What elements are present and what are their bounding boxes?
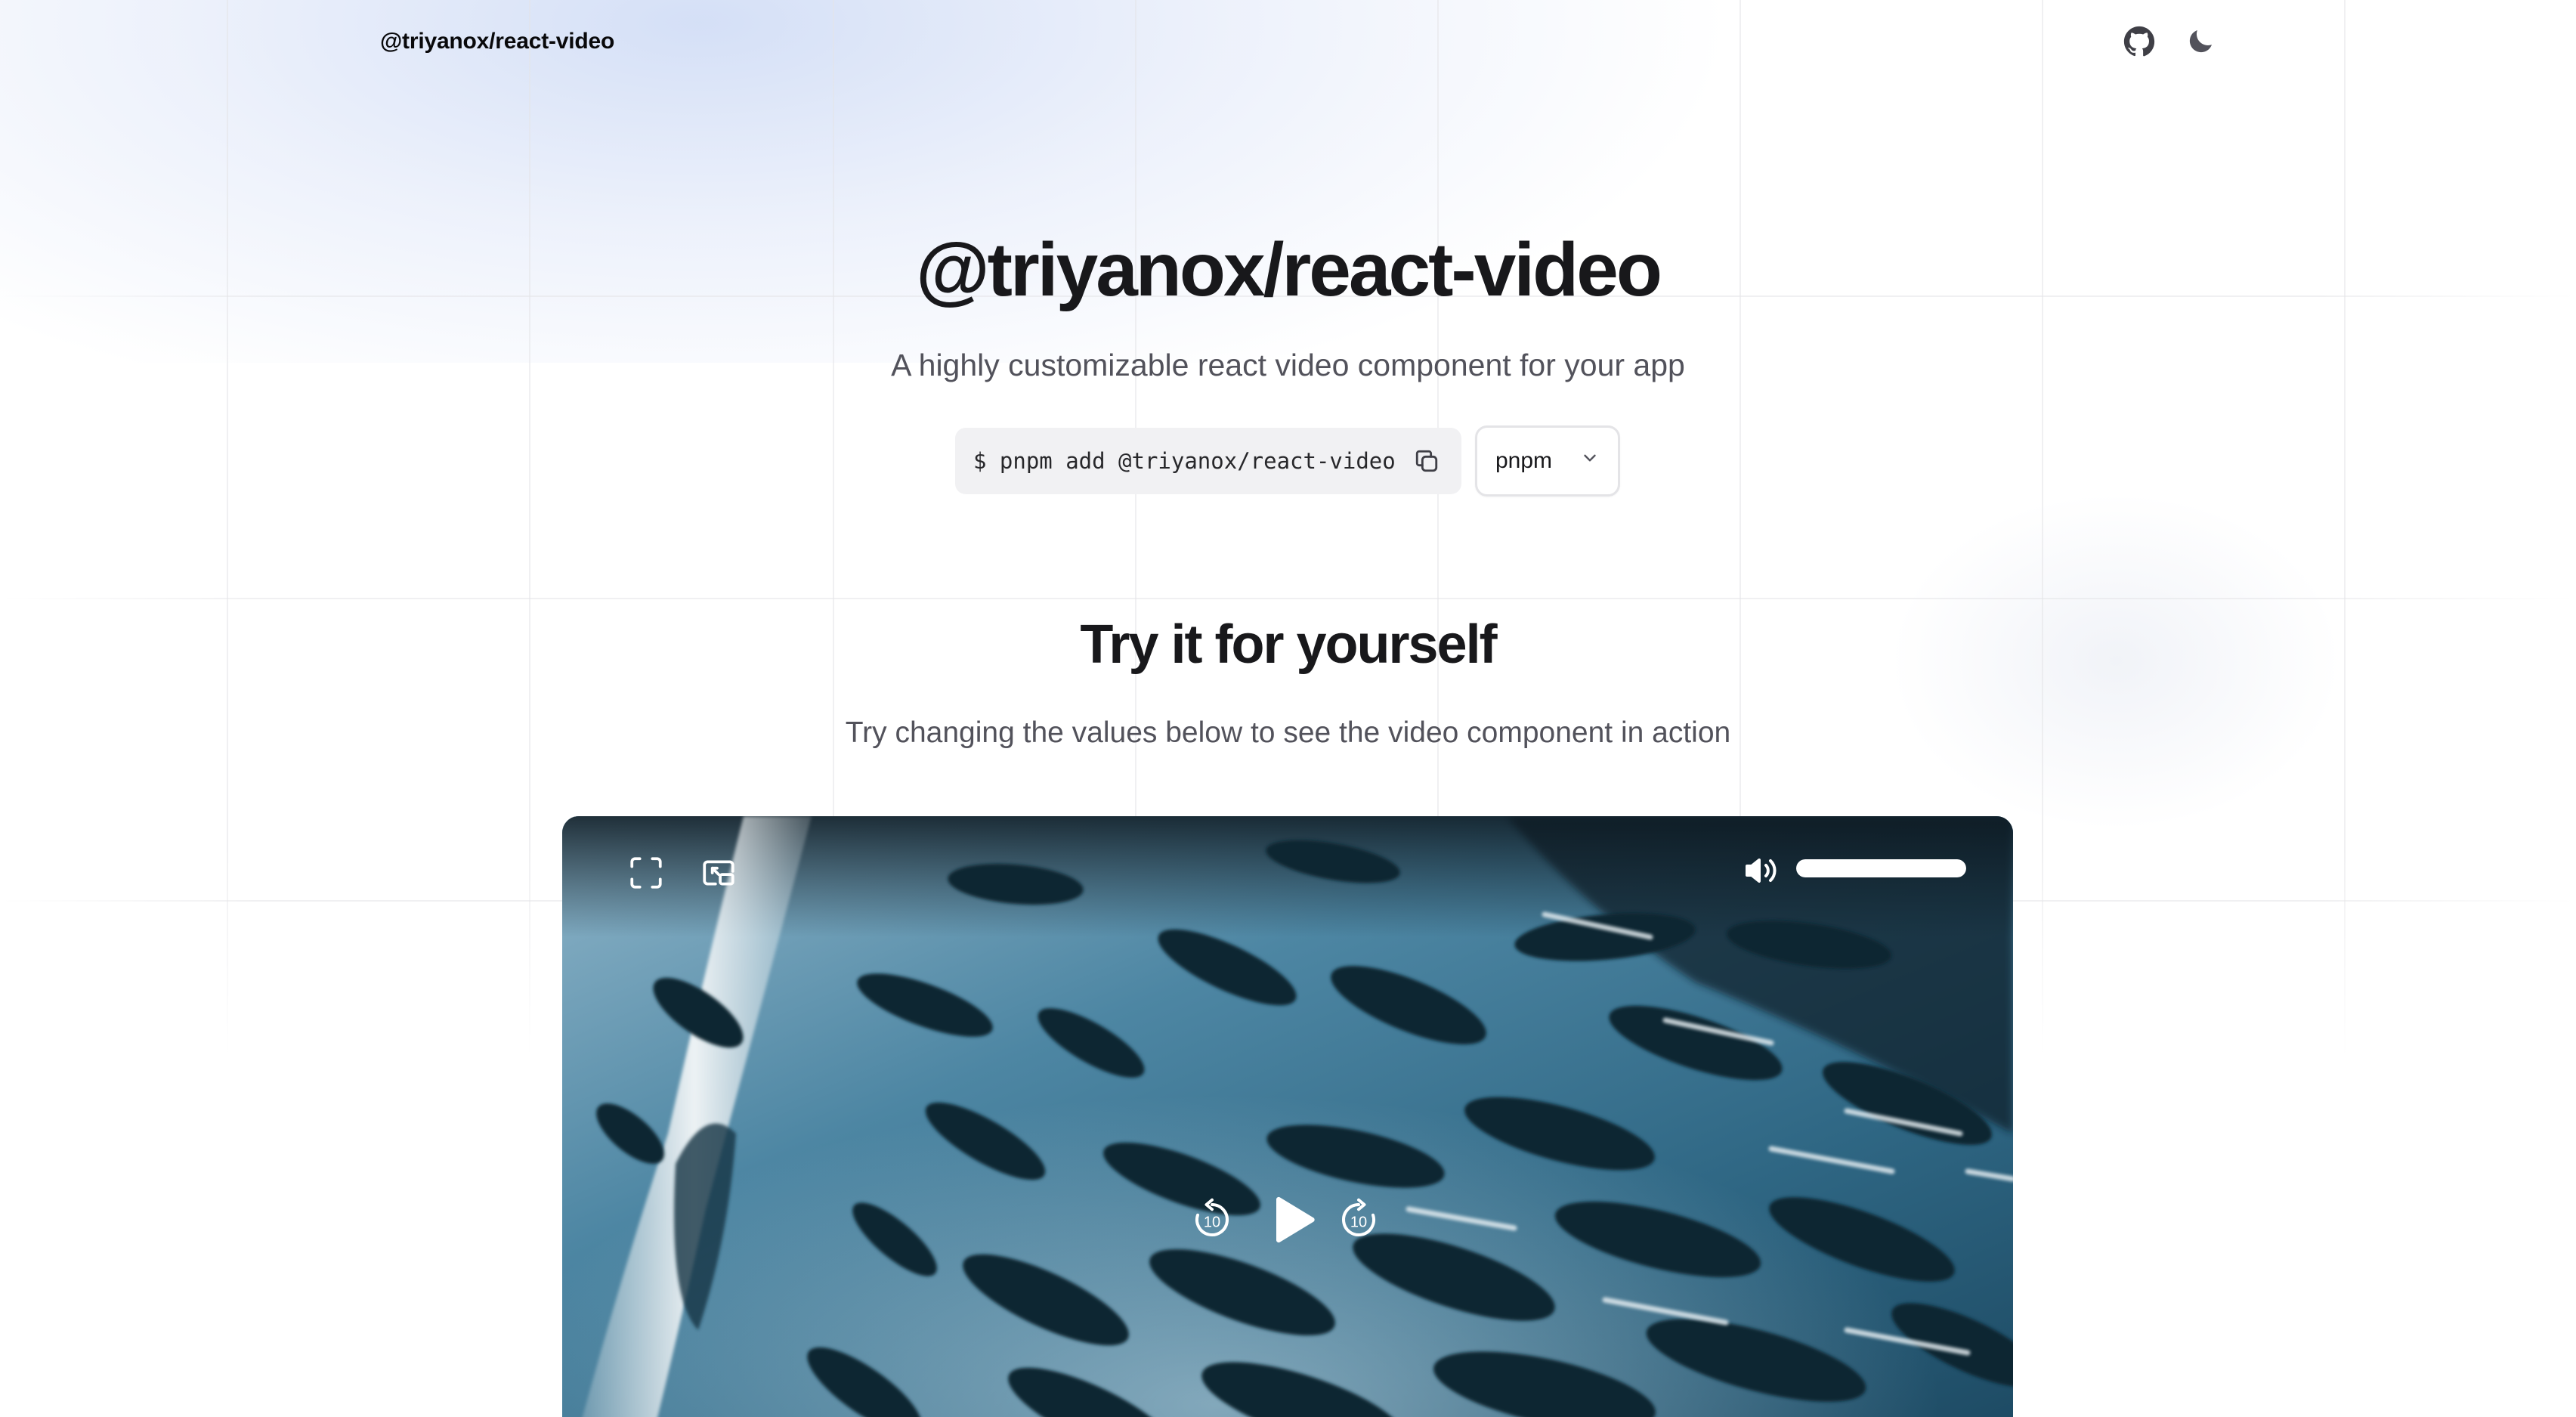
play-icon[interactable] xyxy=(1257,1187,1324,1253)
hero-title: @triyanox/react-video xyxy=(916,227,1662,312)
svg-text:10: 10 xyxy=(1204,1214,1220,1231)
svg-text:10: 10 xyxy=(1350,1214,1367,1231)
video-frame xyxy=(562,816,2013,1417)
package-manager-select[interactable]: pnpm xyxy=(1475,425,1620,497)
demo-subtitle: Try changing the values below to see the… xyxy=(845,716,1731,749)
page: @triyanox/react-video @triyanox/react-vi… xyxy=(0,0,2576,1417)
forward-10-icon[interactable]: 10 xyxy=(1334,1196,1383,1244)
fullscreen-icon[interactable] xyxy=(623,849,670,896)
brand-link[interactable]: @triyanox/react-video xyxy=(380,29,614,54)
copy-icon[interactable] xyxy=(1410,444,1443,478)
github-icon[interactable] xyxy=(2120,23,2158,60)
moon-icon[interactable] xyxy=(2182,23,2219,60)
chevron-down-icon xyxy=(1580,448,1600,474)
install-command-box: $ pnpm add @triyanox/react-video xyxy=(955,428,1461,494)
package-manager-value: pnpm xyxy=(1495,448,1553,473)
install-row: $ pnpm add @triyanox/react-video pnpm xyxy=(955,425,1620,497)
volume-icon[interactable] xyxy=(1739,849,1782,892)
rewind-10-icon[interactable]: 10 xyxy=(1188,1196,1236,1244)
install-command: $ pnpm add @triyanox/react-video xyxy=(973,448,1396,474)
volume-slider[interactable] xyxy=(1796,859,1966,877)
picture-in-picture-icon[interactable] xyxy=(695,849,742,896)
hero-subtitle: A highly customizable react video compon… xyxy=(891,348,1685,382)
volume-level xyxy=(1796,859,1966,877)
demo-title: Try it for yourself xyxy=(1080,614,1497,675)
video-player[interactable]: 10 10 xyxy=(562,816,2013,1417)
